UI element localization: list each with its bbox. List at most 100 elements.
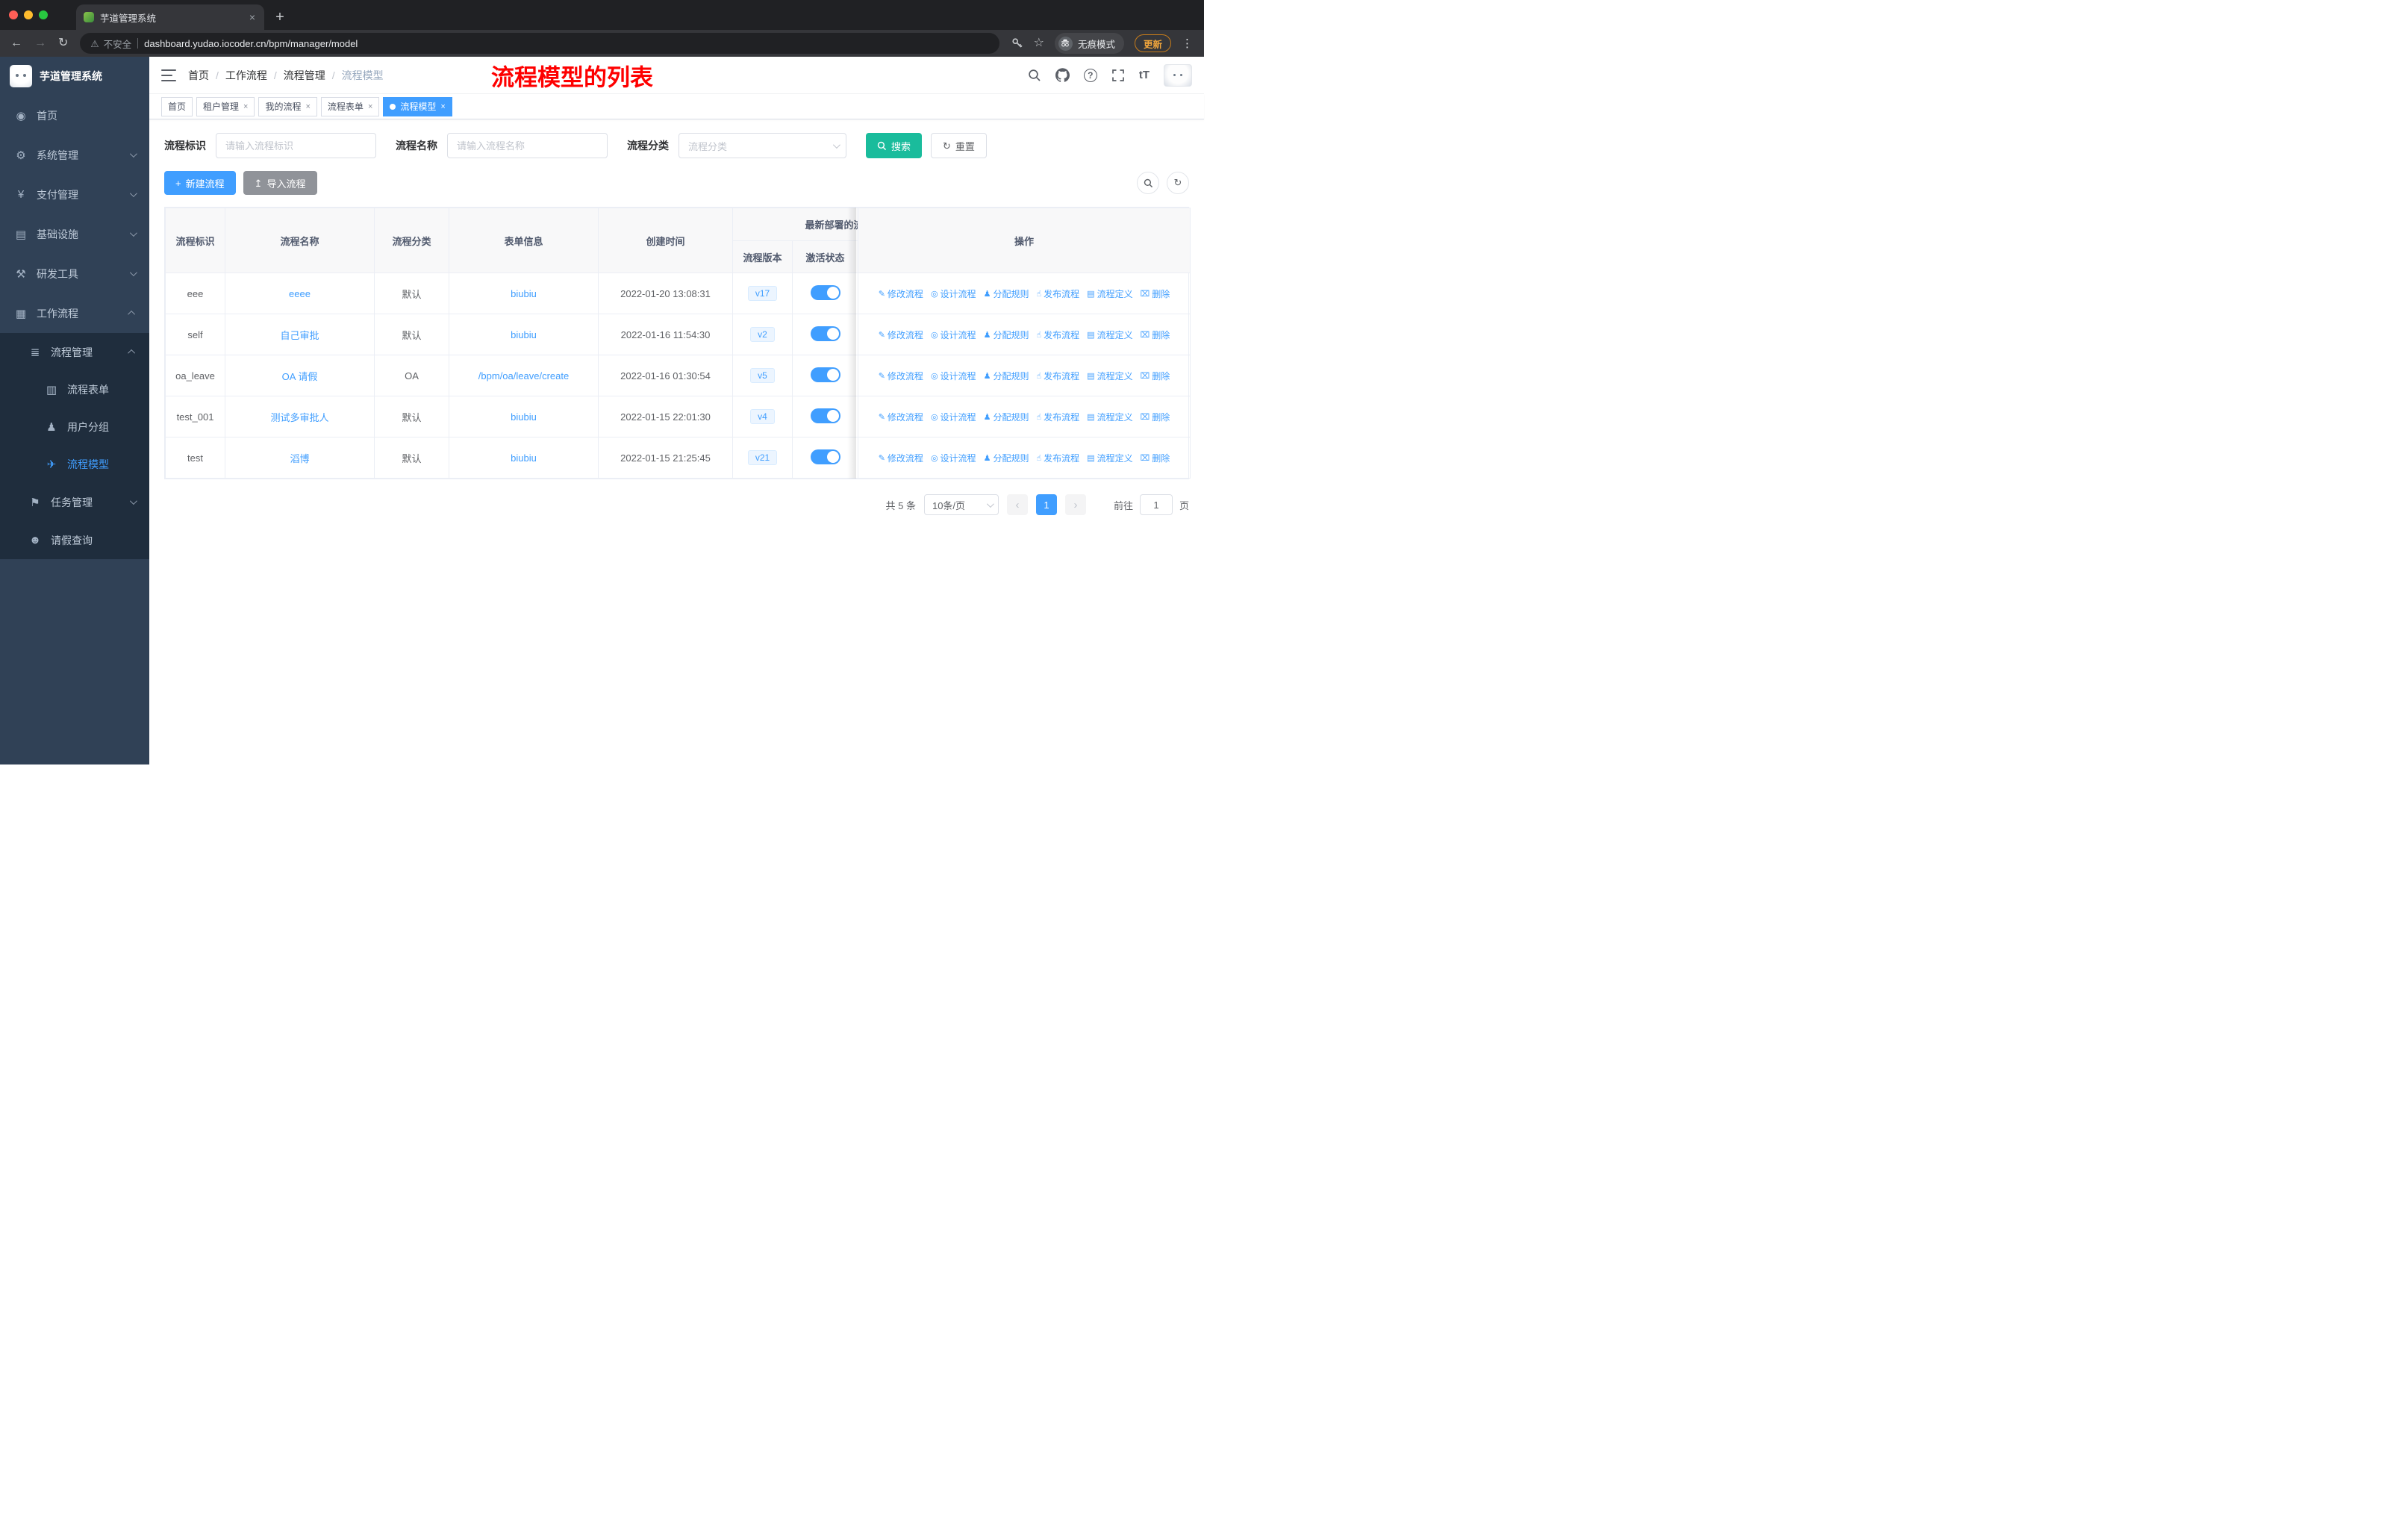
delete-link[interactable]: ⌧ 删除 bbox=[1141, 452, 1170, 464]
version-badge[interactable]: v21 bbox=[747, 450, 778, 465]
design-process-link[interactable]: ◎ 设计流程 bbox=[931, 370, 976, 382]
delete-link[interactable]: ⌧ 删除 bbox=[1141, 328, 1170, 341]
sidebar-item-process-model[interactable]: ✈ 流程模型 bbox=[0, 446, 149, 483]
page-number-current[interactable]: 1 bbox=[1035, 494, 1057, 515]
publish-process-link[interactable]: ☝ 发布流程 bbox=[1036, 452, 1079, 464]
form-info-link[interactable]: biubiu bbox=[511, 452, 537, 464]
sidebar-item-infrastructure[interactable]: ▤ 基础设施 bbox=[0, 214, 149, 254]
active-toggle[interactable] bbox=[810, 284, 840, 300]
reset-button[interactable]: ↻ 重置 bbox=[931, 133, 987, 158]
zoom-window-button[interactable] bbox=[39, 10, 48, 19]
security-warning[interactable]: ⚠ 不安全 bbox=[90, 37, 131, 51]
reload-icon[interactable]: ↻ bbox=[58, 37, 68, 49]
prev-page-button[interactable]: ‹ bbox=[1006, 494, 1028, 515]
assign-rule-link[interactable]: ♟ 分配规则 bbox=[984, 411, 1029, 423]
next-page-button[interactable]: › bbox=[1064, 494, 1086, 515]
goto-page-input[interactable] bbox=[1139, 494, 1173, 515]
form-info-link[interactable]: biubiu bbox=[511, 288, 537, 299]
version-badge[interactable]: v4 bbox=[750, 409, 775, 424]
publish-process-link[interactable]: ☝ 发布流程 bbox=[1036, 287, 1079, 300]
active-toggle[interactable] bbox=[810, 367, 840, 382]
process-name-link[interactable]: OA 请假 bbox=[282, 371, 318, 382]
toggle-search-button[interactable] bbox=[1137, 172, 1159, 194]
help-icon[interactable]: ? bbox=[1083, 68, 1097, 82]
import-process-button[interactable]: ↥ 导入流程 bbox=[243, 171, 317, 195]
design-process-link[interactable]: ◎ 设计流程 bbox=[931, 452, 976, 464]
assign-rule-link[interactable]: ♟ 分配规则 bbox=[984, 370, 1029, 382]
font-size-icon[interactable]: tT bbox=[1139, 69, 1150, 81]
bookmark-star-icon[interactable]: ☆ bbox=[1034, 37, 1044, 49]
process-name-input[interactable] bbox=[447, 133, 608, 158]
back-icon[interactable]: ← bbox=[10, 37, 22, 49]
process-name-link[interactable]: eeee bbox=[289, 288, 311, 299]
close-icon[interactable]: × bbox=[243, 102, 248, 111]
tag-process-model[interactable]: 流程模型 × bbox=[383, 96, 452, 116]
fullscreen-icon[interactable] bbox=[1111, 69, 1125, 82]
assign-rule-link[interactable]: ♟ 分配规则 bbox=[984, 452, 1029, 464]
minimize-window-button[interactable] bbox=[24, 10, 33, 19]
tag-tenant-management[interactable]: 租户管理 × bbox=[196, 96, 255, 116]
collapse-sidebar-icon[interactable] bbox=[161, 69, 176, 81]
design-process-link[interactable]: ◎ 设计流程 bbox=[931, 328, 976, 341]
delete-link[interactable]: ⌧ 删除 bbox=[1141, 370, 1170, 382]
sidebar-item-system[interactable]: ⚙ 系统管理 bbox=[0, 135, 149, 175]
version-badge[interactable]: v5 bbox=[750, 368, 775, 383]
sidebar-item-user-group[interactable]: ♟ 用户分组 bbox=[0, 408, 149, 446]
form-info-link[interactable]: biubiu bbox=[511, 329, 537, 340]
search-button[interactable]: 搜索 bbox=[866, 133, 923, 158]
breadcrumb-home[interactable]: 首页 bbox=[188, 68, 209, 83]
edit-process-link[interactable]: ✎ 修改流程 bbox=[879, 411, 923, 423]
process-definition-link[interactable]: ▤ 流程定义 bbox=[1087, 452, 1132, 464]
form-info-link[interactable]: biubiu bbox=[511, 411, 537, 423]
active-toggle[interactable] bbox=[810, 449, 840, 464]
process-definition-link[interactable]: ▤ 流程定义 bbox=[1087, 287, 1132, 300]
tag-my-process[interactable]: 我的流程 × bbox=[258, 96, 317, 116]
tag-process-form[interactable]: 流程表单 × bbox=[320, 96, 380, 116]
page-size-select[interactable]: 10条/页 bbox=[923, 494, 999, 515]
new-tab-button[interactable]: + bbox=[269, 6, 291, 28]
design-process-link[interactable]: ◎ 设计流程 bbox=[931, 287, 976, 300]
close-window-button[interactable] bbox=[9, 10, 18, 19]
breadcrumb-process-management[interactable]: 流程管理 bbox=[284, 68, 325, 83]
process-definition-link[interactable]: ▤ 流程定义 bbox=[1087, 328, 1132, 341]
design-process-link[interactable]: ◎ 设计流程 bbox=[931, 411, 976, 423]
sidebar-item-task-management[interactable]: ⚑ 任务管理 bbox=[0, 483, 149, 521]
process-name-link[interactable]: 滔博 bbox=[290, 453, 309, 464]
process-definition-link[interactable]: ▤ 流程定义 bbox=[1087, 370, 1132, 382]
forward-icon[interactable]: → bbox=[34, 37, 46, 49]
sidebar-item-process-management[interactable]: ≣ 流程管理 bbox=[0, 333, 149, 371]
tag-home[interactable]: 首页 bbox=[161, 96, 193, 116]
close-icon[interactable]: × bbox=[305, 102, 310, 111]
delete-link[interactable]: ⌧ 删除 bbox=[1141, 411, 1170, 423]
sidebar-item-leave-query[interactable]: ☻ 请假查询 bbox=[0, 521, 149, 559]
active-toggle[interactable] bbox=[810, 326, 840, 341]
publish-process-link[interactable]: ☝ 发布流程 bbox=[1036, 328, 1079, 341]
user-avatar[interactable] bbox=[1164, 63, 1192, 87]
version-badge[interactable]: v17 bbox=[747, 286, 778, 301]
sidebar-item-workflow[interactable]: ▦ 工作流程 bbox=[0, 293, 149, 333]
edit-process-link[interactable]: ✎ 修改流程 bbox=[879, 287, 923, 300]
address-bar[interactable]: ⚠ 不安全 dashboard.yudao.iocoder.cn/bpm/man… bbox=[80, 33, 999, 54]
sidebar-item-home[interactable]: ◉ 首页 bbox=[0, 96, 149, 135]
edit-process-link[interactable]: ✎ 修改流程 bbox=[879, 328, 923, 341]
delete-link[interactable]: ⌧ 删除 bbox=[1141, 287, 1170, 300]
publish-process-link[interactable]: ☝ 发布流程 bbox=[1036, 370, 1079, 382]
sidebar-item-payment[interactable]: ¥ 支付管理 bbox=[0, 175, 149, 214]
process-name-link[interactable]: 测试多审批人 bbox=[270, 412, 328, 423]
github-icon[interactable] bbox=[1055, 68, 1070, 82]
sidebar-item-devtools[interactable]: ⚒ 研发工具 bbox=[0, 254, 149, 293]
refresh-table-button[interactable]: ↻ bbox=[1167, 172, 1189, 194]
edit-process-link[interactable]: ✎ 修改流程 bbox=[879, 452, 923, 464]
search-icon[interactable] bbox=[1028, 69, 1041, 82]
close-tab-icon[interactable]: × bbox=[248, 11, 257, 23]
sidebar-item-process-form[interactable]: ▥ 流程表单 bbox=[0, 371, 149, 408]
breadcrumb-workflow[interactable]: 工作流程 bbox=[225, 68, 267, 83]
process-definition-link[interactable]: ▤ 流程定义 bbox=[1087, 411, 1132, 423]
process-category-select[interactable]: 流程分类 bbox=[679, 133, 846, 158]
publish-process-link[interactable]: ☝ 发布流程 bbox=[1036, 411, 1079, 423]
update-button[interactable]: 更新 bbox=[1134, 34, 1171, 52]
process-name-link[interactable]: 自己审批 bbox=[280, 330, 319, 341]
create-process-button[interactable]: + 新建流程 bbox=[164, 171, 236, 195]
kebab-menu-icon[interactable]: ⋮ bbox=[1182, 37, 1194, 50]
close-icon[interactable]: × bbox=[440, 102, 445, 111]
